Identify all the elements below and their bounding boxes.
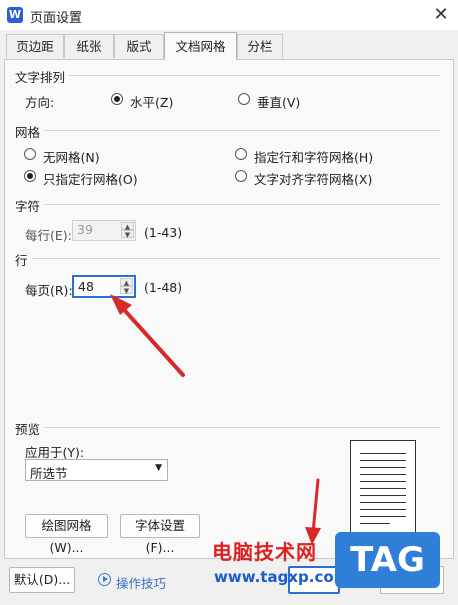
tag-logo: TAG (335, 532, 440, 588)
apply-to-value: 所选节 (30, 466, 68, 481)
section-preview: 预览 (15, 419, 45, 438)
draw-grid-button[interactable]: 绘图网格(W)... (25, 514, 108, 555)
default-button[interactable]: 默认(D)... (9, 567, 75, 593)
preview-line (360, 509, 406, 510)
divider (44, 427, 440, 428)
preview-line (360, 488, 406, 489)
preview-line (360, 467, 406, 468)
arrow-head (110, 294, 132, 315)
preview-line (360, 481, 406, 482)
tips-link[interactable]: 操作技巧 (116, 573, 166, 592)
arrow-shaft (116, 301, 185, 377)
play-icon[interactable] (98, 573, 111, 586)
preview-line (360, 495, 406, 496)
preview-line (360, 523, 390, 524)
arrow-shaft (311, 478, 320, 535)
preview-line (360, 502, 406, 503)
preview-page (350, 440, 416, 540)
watermark-site-name: 电脑技术网 (212, 540, 317, 564)
tab-document-grid[interactable]: 文档网格 (164, 32, 237, 60)
preview-line (360, 453, 406, 454)
chevron-down-icon[interactable]: ▼ (155, 463, 162, 473)
font-settings-button[interactable]: 字体设置(F)... (120, 514, 200, 555)
preview-line (360, 474, 406, 475)
preview-line (360, 460, 406, 461)
watermark-url: www.tagxp.com (214, 568, 350, 586)
apply-to-select[interactable]: 所选节 ▼ (25, 459, 168, 481)
preview-line (360, 516, 406, 517)
